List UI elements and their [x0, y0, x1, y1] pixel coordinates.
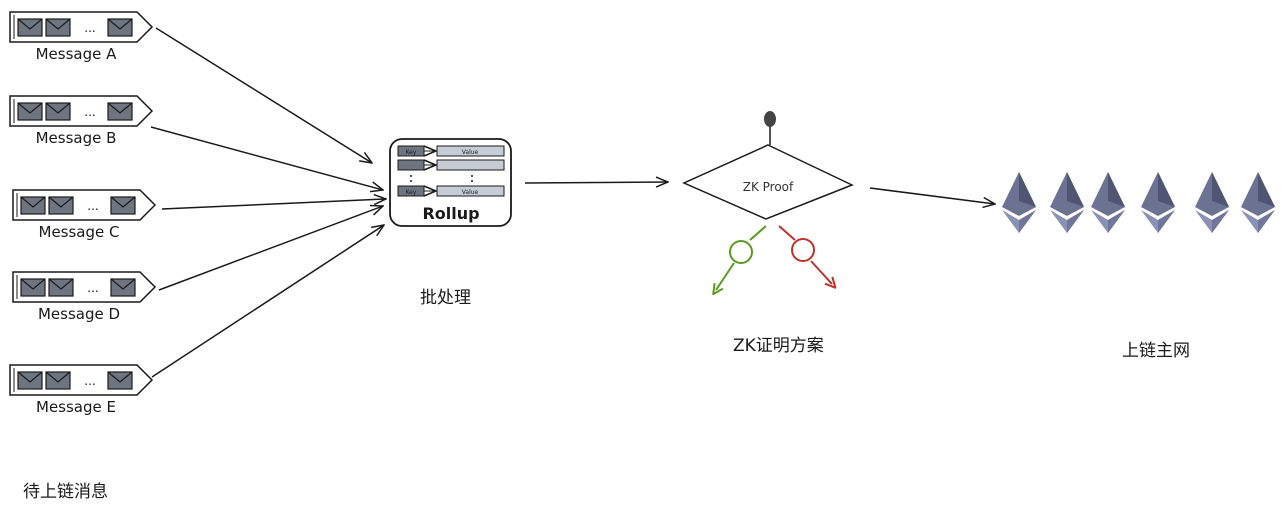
envelope-icon — [107, 371, 133, 390]
envelope-icon — [110, 278, 136, 297]
key-label: Key — [406, 189, 417, 196]
message-queue: ... Message D — [12, 271, 157, 323]
envelope-icon — [45, 371, 71, 390]
start-node-icon — [764, 111, 776, 127]
ethereum-icon — [1002, 172, 1036, 233]
success-branch-icon — [729, 240, 753, 264]
zk-proof-title: ZK Proof — [743, 180, 794, 194]
key-slot — [397, 159, 425, 171]
envelope-icon — [17, 18, 43, 37]
key-label: Key — [406, 149, 417, 156]
queue-ellipsis: ... — [87, 199, 98, 213]
failure-branch-icon — [791, 238, 815, 262]
envelope-icon — [110, 196, 136, 215]
ethereum-icon — [1091, 172, 1125, 233]
arrow-icon — [155, 27, 372, 163]
queue-ellipsis: ... — [84, 374, 95, 388]
rollup-box: Key Value Key Value Rollup — [389, 138, 512, 227]
value-label: Value — [462, 189, 479, 196]
message-label: Message E — [36, 398, 116, 416]
message-label: Message B — [36, 129, 117, 147]
message-queues: ... Message A... Message B... Message C... M… — [9, 11, 157, 416]
caption-pending: 待上链消息 — [23, 482, 108, 502]
queue-ellipsis: ... — [87, 281, 98, 295]
envelope-icon — [45, 102, 71, 121]
ethereum-icon — [1050, 172, 1084, 233]
envelope-icon — [48, 196, 74, 215]
caption-zk: ZK证明方案 — [733, 336, 824, 356]
envelope-icon — [20, 196, 46, 215]
envelope-icon — [45, 18, 71, 37]
caption-batch: 批处理 — [420, 288, 471, 308]
message-label: Message C — [39, 223, 120, 241]
input-arrows — [150, 27, 386, 378]
ethereum-icon — [1195, 172, 1229, 233]
value-label: Value — [462, 149, 479, 156]
arrow-icon — [161, 199, 386, 210]
arrow-icon — [869, 187, 995, 204]
caption-mainnet: 上链主网 — [1122, 341, 1190, 361]
message-queue: ... Message A — [9, 11, 154, 63]
zk-proof-diamond: ZK Proof — [682, 111, 854, 290]
envelope-icon — [17, 371, 43, 390]
message-queue: ... Message B — [9, 95, 154, 147]
envelope-icon — [107, 102, 133, 121]
arrow-icon — [151, 225, 384, 378]
arrow-icon — [150, 126, 383, 190]
envelope-icon — [107, 18, 133, 37]
value-slot — [436, 159, 505, 171]
diagram-canvas: ... Message A... Message B... Message C... M… — [9, 11, 1275, 502]
mainnet-blocks — [1002, 172, 1275, 233]
envelope-icon — [17, 102, 43, 121]
message-label: Message A — [36, 45, 118, 63]
ethereum-icon — [1141, 172, 1175, 233]
message-queue: ... Message C — [12, 189, 157, 241]
envelope-icon — [20, 278, 46, 297]
arrow-icon — [524, 182, 668, 183]
message-queue: ... Message E — [9, 364, 154, 416]
ethereum-icon — [1241, 172, 1275, 233]
message-label: Message D — [38, 305, 120, 323]
envelope-icon — [48, 278, 74, 297]
rollup-title: Rollup — [422, 204, 479, 223]
queue-ellipsis: ... — [84, 105, 95, 119]
queue-ellipsis: ... — [84, 21, 95, 35]
